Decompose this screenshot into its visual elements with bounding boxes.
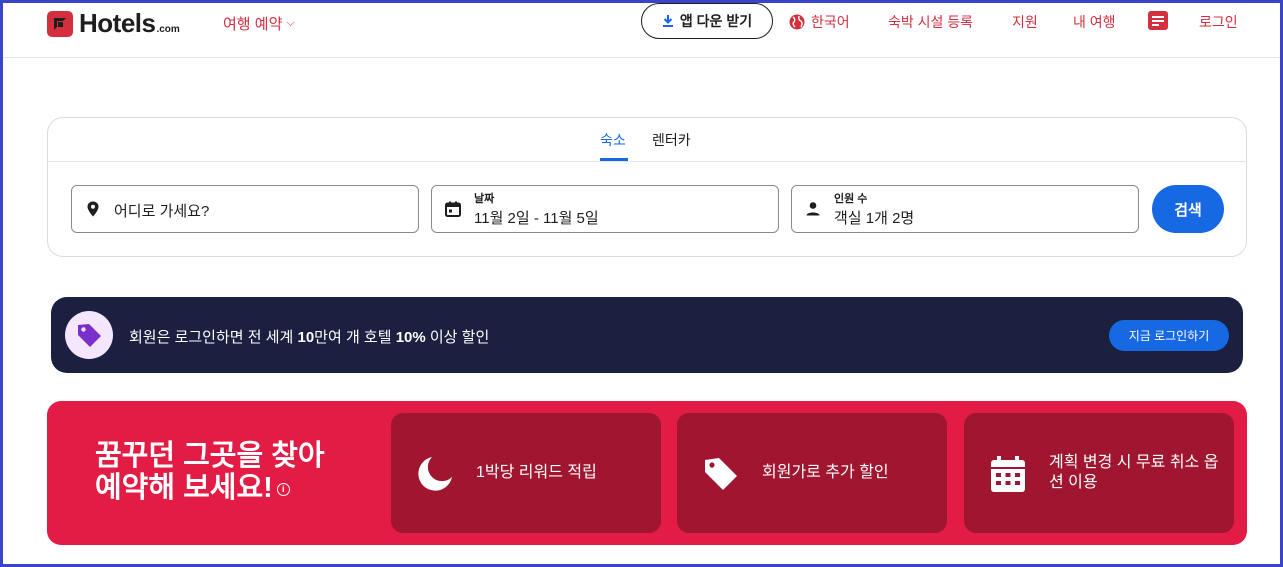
banner-text-part2: 만여 개 호텔 <box>314 329 396 346</box>
download-icon <box>662 15 673 27</box>
calendar-grid-icon <box>991 456 1025 492</box>
info-icon[interactable]: i <box>276 482 290 496</box>
guests-value: 객실 1개 2명 <box>834 210 915 227</box>
search-tabs: 숙소 렌터카 <box>48 118 1246 162</box>
login-label: 로그인 <box>1199 14 1238 30</box>
login-link[interactable]: 로그인 <box>1199 12 1238 32</box>
search-card: 숙소 렌터카 어디로 가세요? 날짜 11월 2일 - 11월 5일 인원 수 … <box>47 117 1247 257</box>
hotels-logo[interactable]: Hotels .com <box>47 8 180 39</box>
perk-card-member-price: 회원가로 추가 할인 <box>677 413 947 533</box>
destination-field[interactable]: 어디로 가세요? <box>71 185 419 233</box>
perk-card-rewards: 1박당 리워드 적립 <box>391 413 661 533</box>
support-link[interactable]: 지원 <box>1012 12 1038 32</box>
calendar-icon <box>445 201 461 217</box>
perk-card-free-cancel: 계획 변경 시 무료 취소 옵션 이용 <box>964 413 1234 533</box>
app-download-label: 앱 다운 받기 <box>679 13 753 29</box>
person-icon <box>806 202 820 216</box>
tab-stays[interactable]: 숙소 <box>600 130 626 150</box>
app-download-button[interactable]: 앱 다운 받기 <box>641 3 773 39</box>
dates-field[interactable]: 날짜 11월 2일 - 11월 5일 <box>431 185 779 233</box>
top-header: Hotels .com 여행 예약 ⌵ 앱 다운 받기 한국어 숙박 시설 등록… <box>3 3 1280 58</box>
member-banner: 회원은 로그인하면 전 세계 10만여 개 호텔 10% 이상 할인 지금 로그… <box>51 297 1243 373</box>
perk-rewards-text: 1박당 리워드 적립 <box>476 464 597 481</box>
banner-text-part1: 회원은 로그인하면 전 세계 <box>129 329 298 346</box>
promo-title-line2: 예약해 보세요! <box>95 472 273 504</box>
list-property-link[interactable]: 숙박 시설 등록 <box>888 12 973 32</box>
tag-icon <box>705 458 737 490</box>
message-icon[interactable] <box>1148 11 1168 30</box>
location-pin-icon <box>87 201 99 217</box>
support-label: 지원 <box>1012 14 1038 30</box>
active-tab-indicator <box>600 158 628 161</box>
chevron-down-icon: ⌵ <box>286 17 295 29</box>
list-property-label: 숙박 시설 등록 <box>888 14 974 30</box>
guests-field[interactable]: 인원 수 객실 1개 2명 <box>791 185 1139 233</box>
logo-suffix: .com <box>156 24 180 35</box>
trip-menu[interactable]: 여행 예약 ⌵ <box>223 13 295 34</box>
globe-icon <box>789 14 805 30</box>
tab-cars[interactable]: 렌터카 <box>652 130 691 150</box>
banner-text-part3: 이상 할인 <box>425 329 490 346</box>
my-trips-label: 내 여행 <box>1073 14 1116 30</box>
member-banner-text: 회원은 로그인하면 전 세계 10만여 개 호텔 10% 이상 할인 <box>129 326 489 347</box>
moon-icon <box>418 457 452 491</box>
guests-label: 인원 수 <box>834 193 868 205</box>
login-now-button[interactable]: 지금 로그인하기 <box>1109 320 1229 351</box>
my-trips-link[interactable]: 내 여행 <box>1073 12 1116 32</box>
dates-label: 날짜 <box>474 193 495 205</box>
promo-title-line1: 꿈꾸던 그곳을 찾아 <box>95 440 325 472</box>
destination-placeholder: 어디로 가세요? <box>114 203 210 220</box>
perk-free-cancel-text: 계획 변경 시 무료 취소 옵션 이용 <box>1049 454 1219 491</box>
language-selector[interactable]: 한국어 <box>789 12 850 32</box>
banner-text-bold1: 10 <box>297 329 315 346</box>
hotels-logo-icon <box>47 10 73 37</box>
search-button[interactable]: 검색 <box>1152 185 1224 233</box>
trip-menu-label: 여행 예약 <box>223 16 283 33</box>
logo-text: Hotels <box>79 8 156 38</box>
member-badge <box>65 311 113 359</box>
price-tag-icon <box>78 324 101 347</box>
language-label: 한국어 <box>811 14 850 30</box>
dates-value: 11월 2일 - 11월 5일 <box>474 210 599 227</box>
perk-member-price-text: 회원가로 추가 할인 <box>762 464 889 481</box>
promo-section: 꿈꾸던 그곳을 찾아 예약해 보세요! i 1박당 리워드 적립 회원가로 추가 … <box>47 401 1247 545</box>
promo-title: 꿈꾸던 그곳을 찾아 예약해 보세요! i <box>95 440 355 504</box>
banner-text-bold2: 10% <box>395 329 426 346</box>
